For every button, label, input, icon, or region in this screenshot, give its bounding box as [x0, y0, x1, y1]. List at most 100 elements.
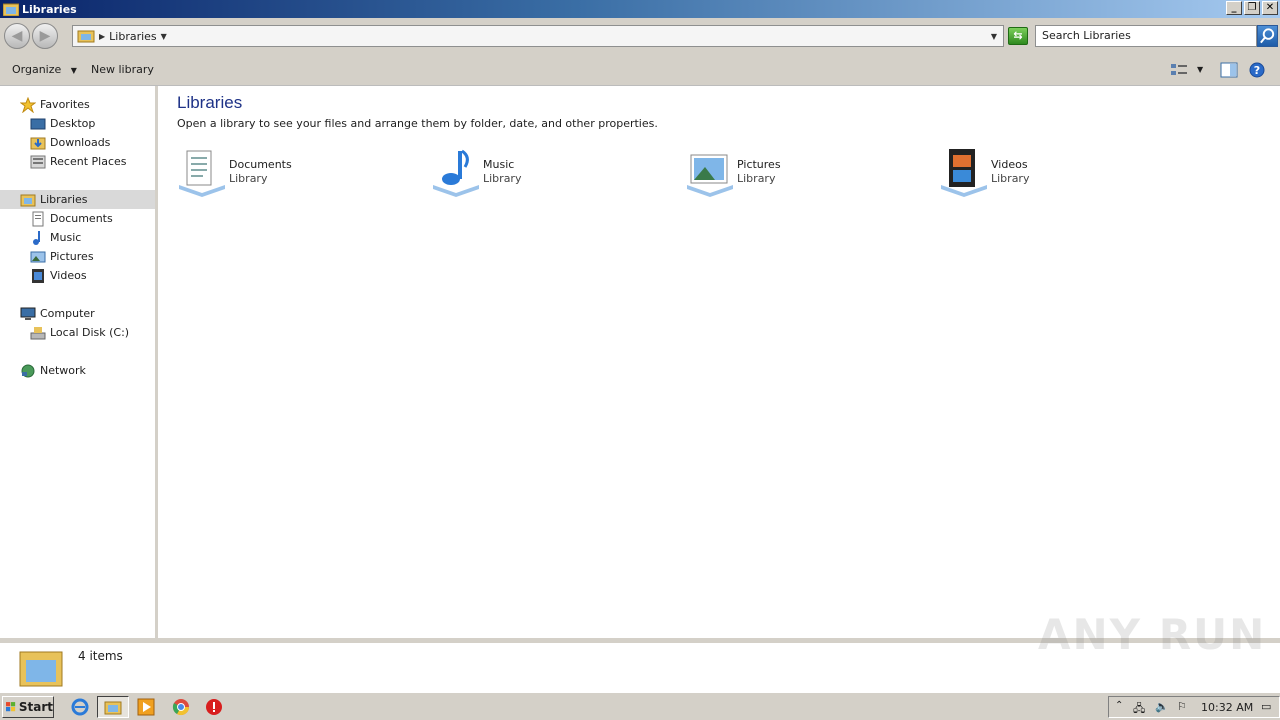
- libraries-folder-icon: [20, 194, 36, 206]
- sidebar-label: Libraries: [40, 193, 88, 206]
- forward-button[interactable]: ▶: [32, 23, 58, 49]
- sidebar-item-favorites[interactable]: Favorites: [0, 95, 155, 114]
- svg-text:?: ?: [1254, 64, 1260, 77]
- volume-icon[interactable]: 🔈: [1155, 700, 1169, 714]
- music-note-icon: [33, 230, 40, 245]
- hard-disk-icon: [30, 326, 46, 339]
- sidebar-item-videos[interactable]: Videos: [0, 266, 155, 285]
- start-label: Start: [18, 700, 53, 714]
- downloads-folder-icon: [30, 137, 46, 149]
- sidebar-item-downloads[interactable]: Downloads: [0, 133, 155, 152]
- library-type: Library: [737, 172, 776, 185]
- sidebar-item-recent-places[interactable]: Recent Places: [0, 152, 155, 171]
- library-name: Documents: [229, 158, 292, 171]
- command-bar: Organize ▼ New library ▼ ?: [0, 54, 1280, 86]
- library-item-videos[interactable]: Videos Library: [939, 146, 1139, 198]
- recent-places-icon: [30, 155, 46, 168]
- sidebar-item-local-disk[interactable]: Local Disk (C:): [0, 323, 155, 342]
- navigation-pane: Favorites Desktop Downloads Recent Place…: [0, 86, 158, 638]
- network-icon: [21, 364, 35, 377]
- stop-sign-icon[interactable]: [205, 698, 223, 716]
- refresh-icon: ⇆: [1013, 29, 1023, 42]
- show-desktop-icon[interactable]: ▭: [1261, 700, 1275, 714]
- videos-icon: [32, 268, 44, 283]
- chrome-icon[interactable]: [172, 698, 190, 716]
- restore-button[interactable]: ❐: [1244, 1, 1260, 15]
- documents-library-icon: [179, 150, 225, 197]
- library-type: Library: [991, 172, 1030, 185]
- change-view-icon[interactable]: [1170, 62, 1188, 78]
- restore-icon: ❐: [1247, 2, 1257, 13]
- library-item-music[interactable]: Music Library: [431, 146, 631, 198]
- minimize-button[interactable]: _: [1226, 1, 1242, 15]
- close-icon: ✕: [1265, 2, 1275, 13]
- address-bar: ◀ ▶ ▶ Libraries ▼ ▼ ⇆ Search Libraries: [0, 18, 1280, 54]
- new-library-button[interactable]: New library: [91, 63, 154, 76]
- media-player-icon[interactable]: [137, 698, 155, 716]
- watermark-logo: ANY RUN: [1038, 610, 1267, 659]
- taskbar: Start ⌃ 🖧 🔈 ⚐ 10:32 AM ▭: [0, 692, 1280, 720]
- sidebar-label: Videos: [50, 269, 87, 282]
- item-count: 4 items: [78, 649, 123, 663]
- help-icon[interactable]: ?: [1248, 62, 1266, 78]
- close-button[interactable]: ✕: [1262, 1, 1278, 15]
- address-field[interactable]: ▶ Libraries ▼ ▼: [72, 25, 1004, 47]
- sidebar-item-pictures[interactable]: Pictures: [0, 247, 155, 266]
- library-name: Music: [483, 158, 515, 171]
- back-button[interactable]: ◀: [4, 23, 30, 49]
- breadcrumb-separator-icon[interactable]: ▶: [99, 32, 105, 41]
- search-input[interactable]: Search Libraries: [1035, 25, 1257, 47]
- sidebar-label: Downloads: [50, 136, 111, 149]
- sidebar-item-desktop[interactable]: Desktop: [0, 114, 155, 133]
- library-name: Pictures: [737, 158, 781, 171]
- file-list-pane: Libraries Open a library to see your fil…: [161, 86, 1280, 638]
- show-hidden-icons-icon[interactable]: ⌃: [1115, 700, 1129, 714]
- page-title: Libraries: [177, 93, 243, 112]
- chevron-down-icon: ▼: [70, 66, 77, 75]
- sidebar-label: Recent Places: [50, 155, 127, 168]
- windows-logo-icon: [6, 702, 16, 712]
- sidebar-label: Desktop: [50, 117, 96, 130]
- library-type: Library: [483, 172, 522, 185]
- library-item-pictures[interactable]: Pictures Library: [685, 146, 885, 198]
- sidebar-label: Local Disk (C:): [50, 326, 130, 339]
- title-bar[interactable]: Libraries _ ❐ ✕: [0, 0, 1280, 18]
- sidebar-item-network[interactable]: Network: [0, 361, 155, 380]
- computer-icon: [20, 307, 36, 320]
- sidebar-item-computer[interactable]: Computer: [0, 304, 155, 323]
- address-history-dropdown-icon[interactable]: ▼: [991, 32, 997, 41]
- pictures-library-icon: [687, 154, 733, 197]
- desktop-icon: [30, 118, 46, 129]
- preview-pane-icon[interactable]: [1220, 62, 1238, 78]
- organize-label: Organize: [12, 63, 62, 76]
- star-icon: [20, 96, 36, 113]
- action-center-flag-icon[interactable]: ⚐: [1177, 700, 1191, 714]
- sidebar-item-music[interactable]: Music: [0, 228, 155, 247]
- documents-icon: [32, 211, 44, 226]
- explorer-folder-icon: [104, 701, 122, 715]
- forward-arrow-icon: ▶: [39, 28, 51, 44]
- search-button[interactable]: [1257, 25, 1278, 47]
- view-options-chevron-icon[interactable]: ▼: [1197, 65, 1215, 81]
- sidebar-label: Computer: [40, 307, 95, 320]
- library-type: Library: [229, 172, 268, 185]
- breadcrumb-libraries[interactable]: Libraries: [109, 30, 157, 43]
- libraries-folder-icon: [19, 651, 63, 687]
- network-tray-icon[interactable]: 🖧: [1133, 700, 1147, 715]
- sidebar-label: Music: [50, 231, 82, 244]
- pictures-icon: [30, 251, 46, 262]
- organize-button[interactable]: Organize ▼: [12, 63, 77, 76]
- window-title: Libraries: [22, 2, 77, 16]
- start-button[interactable]: Start: [2, 696, 54, 718]
- sidebar-item-documents[interactable]: Documents: [0, 209, 155, 228]
- libraries-folder-icon: [77, 30, 95, 43]
- music-library-icon: [433, 149, 479, 197]
- taskbar-explorer-button[interactable]: [97, 696, 129, 718]
- sidebar-label: Favorites: [40, 98, 90, 111]
- refresh-button[interactable]: ⇆: [1008, 27, 1028, 45]
- internet-explorer-icon[interactable]: [71, 698, 89, 716]
- sidebar-item-libraries[interactable]: Libraries: [0, 190, 155, 209]
- breadcrumb-chevron-icon[interactable]: ▼: [161, 32, 167, 41]
- clock[interactable]: 10:32 AM: [1201, 701, 1253, 714]
- library-item-documents[interactable]: Documents Library: [177, 146, 377, 198]
